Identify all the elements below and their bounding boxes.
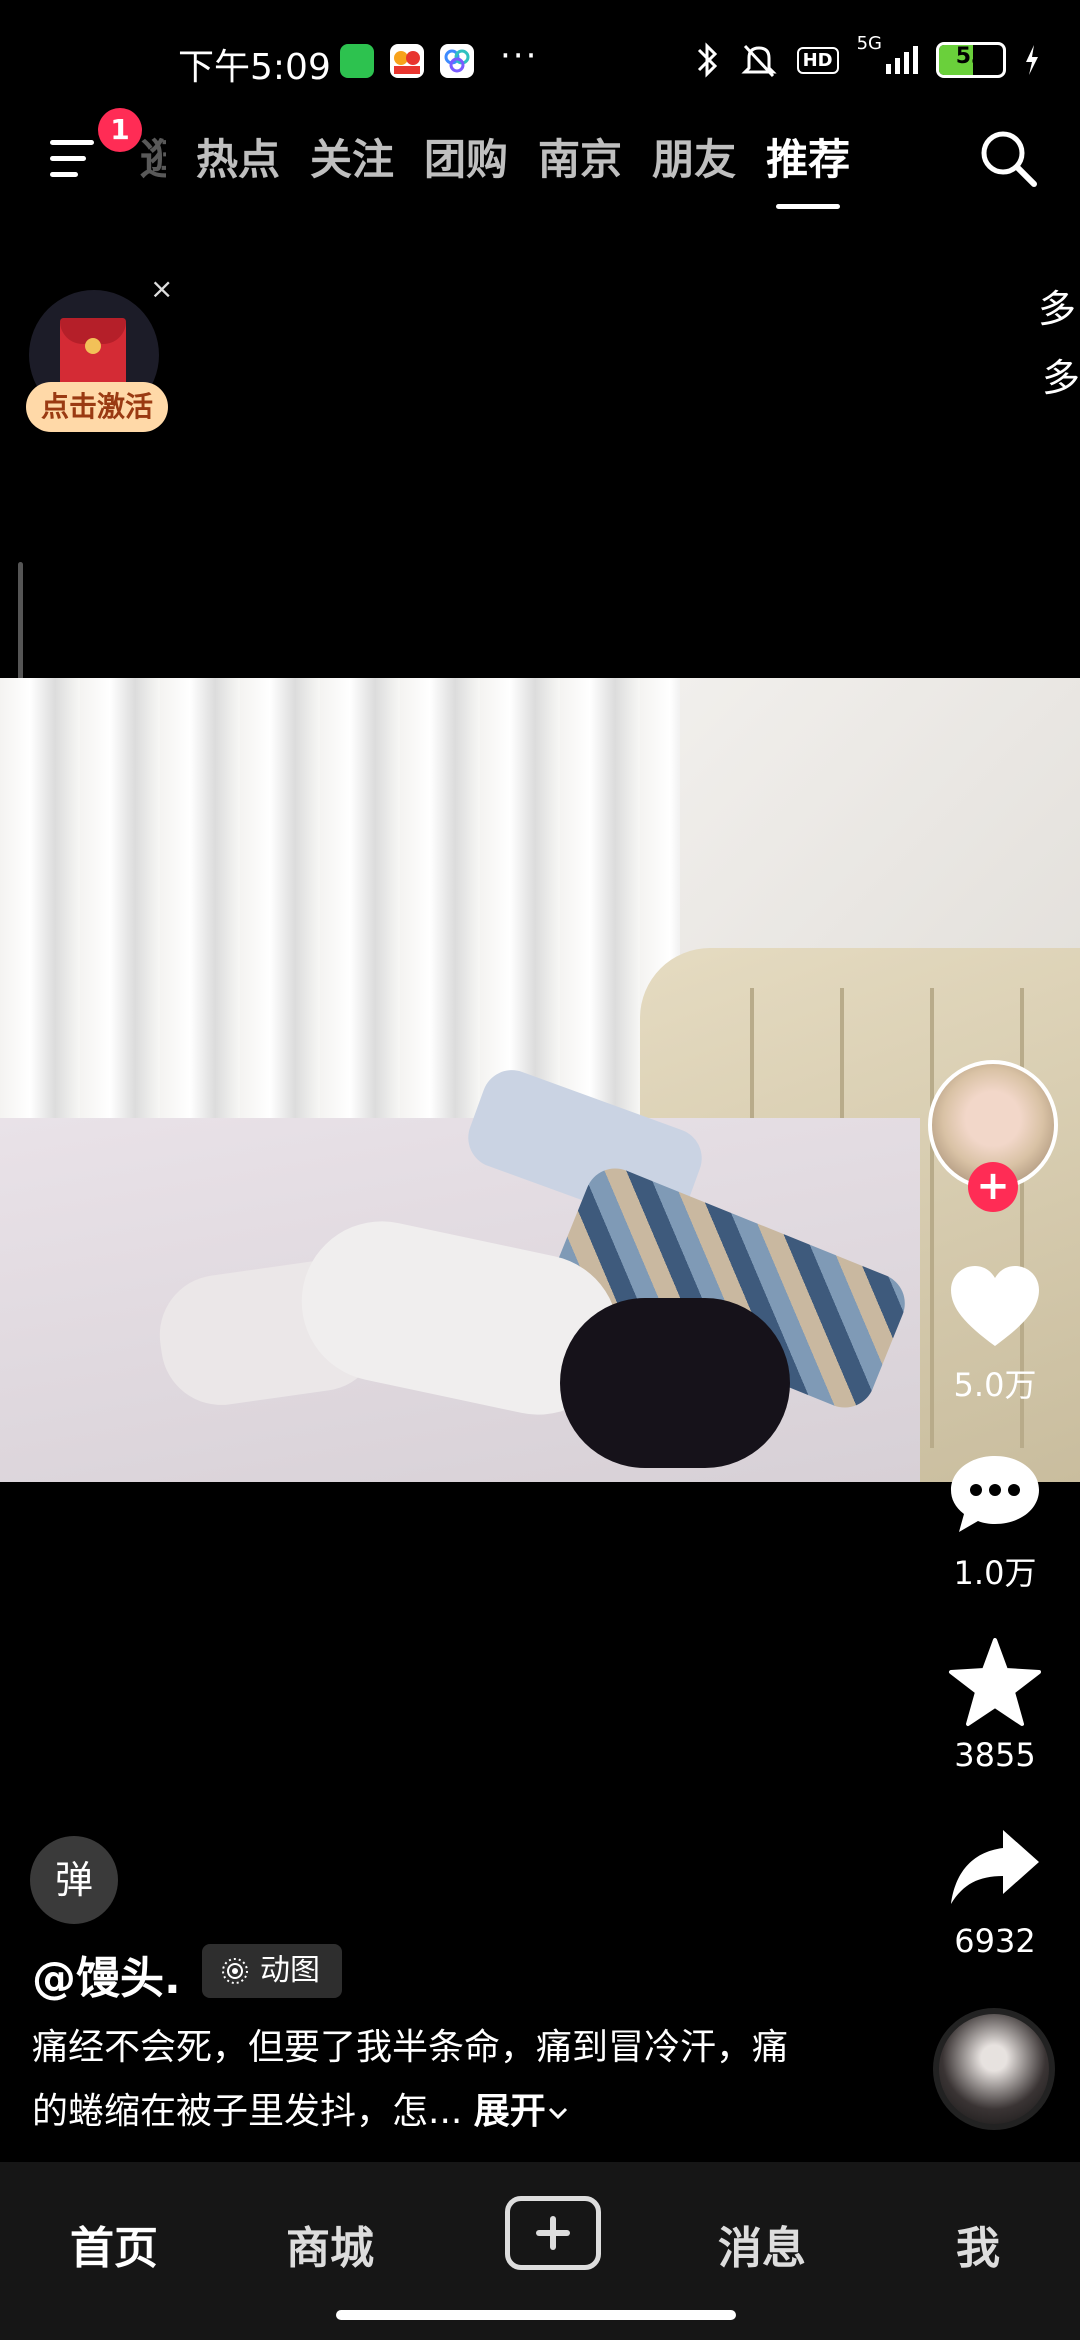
comment-count: 1.0万 — [953, 1554, 1037, 1592]
battery-icon: 53 — [936, 42, 1006, 78]
live-photo-icon — [222, 1958, 248, 1984]
nav-me[interactable]: 我 — [898, 2212, 1058, 2276]
tab-hot[interactable]: 热点 — [196, 126, 280, 187]
author-name[interactable]: @馒头. — [32, 1942, 181, 2006]
description-text: 痛经不会死，但要了我半条命，痛到冒冷汗，痛的蜷缩在被子里发抖，怎... — [32, 2027, 789, 2132]
comment-icon — [951, 1456, 1039, 1532]
post-description: 痛经不会死，但要了我半条命，痛到冒冷汗，痛的蜷缩在被子里发抖，怎... 展开 — [32, 2016, 792, 2144]
video-player[interactable] — [0, 678, 1080, 1482]
tab-nanjing[interactable]: 南京 — [538, 126, 622, 187]
network-type: 5G — [856, 33, 882, 54]
favorite-count: 3855 — [954, 1736, 1036, 1774]
hd-badge: HD — [796, 46, 839, 74]
status-right: HD 5G 53 — [695, 33, 1040, 80]
side-partial-line: 多 — [1041, 356, 1080, 400]
comment-button[interactable]: 1.0万 — [935, 1450, 1055, 1594]
gif-tag-label: 动图 — [260, 1953, 320, 1988]
signal-icon: 5G — [857, 33, 918, 74]
top-tabs: 逛 热点 关注 团购 南京 朋友 推荐 — [140, 126, 850, 209]
favorite-button[interactable]: 3855 — [935, 1638, 1055, 1774]
tab-following[interactable]: 关注 — [310, 126, 394, 187]
like-button[interactable]: 5.0万 — [935, 1262, 1055, 1406]
share-button[interactable]: 6932 — [935, 1824, 1055, 1960]
tab-friends[interactable]: 朋友 — [652, 126, 736, 187]
home-indicator[interactable] — [336, 2310, 736, 2320]
expand-button[interactable]: 展开 — [474, 2091, 570, 2132]
side-partial-line: 多 — [1037, 287, 1076, 331]
red-packet-label[interactable]: 点击激活 — [26, 382, 168, 432]
heart-icon — [951, 1266, 1039, 1346]
status-bar: 下午5:09 ··· HD 5G 53 — [0, 0, 1080, 120]
music-disc[interactable] — [933, 2008, 1055, 2130]
mute-bell-icon — [740, 44, 777, 78]
expand-label: 展开 — [473, 2091, 546, 2132]
battery-value: 53 — [955, 44, 987, 69]
share-count: 6932 — [954, 1922, 1036, 1960]
cloud-app-icon — [440, 44, 474, 78]
tab-group-buy[interactable]: 团购 — [424, 126, 508, 187]
create-post-button[interactable] — [505, 2196, 601, 2270]
red-packet-close-button[interactable]: × — [150, 272, 173, 305]
coin-icon — [85, 338, 101, 354]
chevron-down-icon — [548, 2107, 567, 2120]
like-count: 5.0万 — [953, 1366, 1037, 1404]
scroll-indicator — [18, 562, 23, 682]
bluetooth-icon — [697, 42, 717, 78]
tab-recommend[interactable]: 推荐 — [766, 126, 850, 209]
search-icon — [981, 131, 1037, 187]
danmu-toggle-button[interactable]: 弹 — [30, 1836, 118, 1924]
share-icon — [951, 1830, 1039, 1904]
status-time: 下午5:09 — [178, 47, 331, 88]
nav-mall[interactable]: 商城 — [250, 2212, 410, 2276]
follow-button[interactable]: + — [968, 1162, 1018, 1212]
menu-badge: 1 — [98, 108, 142, 152]
search-button[interactable] — [976, 126, 1040, 190]
gif-tag[interactable]: 动图 — [202, 1944, 342, 1998]
red-packet-widget[interactable]: 点击激活 — [26, 290, 168, 450]
video-person-hair — [560, 1298, 790, 1468]
charging-icon — [1026, 45, 1038, 75]
star-icon — [949, 1638, 1041, 1726]
nav-messages[interactable]: 消息 — [682, 2212, 842, 2276]
58-app-icon — [390, 44, 424, 78]
side-partial-text: 多 多 — [1038, 278, 1080, 402]
menu-button[interactable] — [50, 134, 106, 184]
wechat-icon — [340, 44, 374, 78]
more-notifications: ··· — [500, 36, 539, 76]
tab-partial[interactable]: 逛 — [140, 126, 166, 187]
nav-home[interactable]: 首页 — [34, 2212, 194, 2276]
